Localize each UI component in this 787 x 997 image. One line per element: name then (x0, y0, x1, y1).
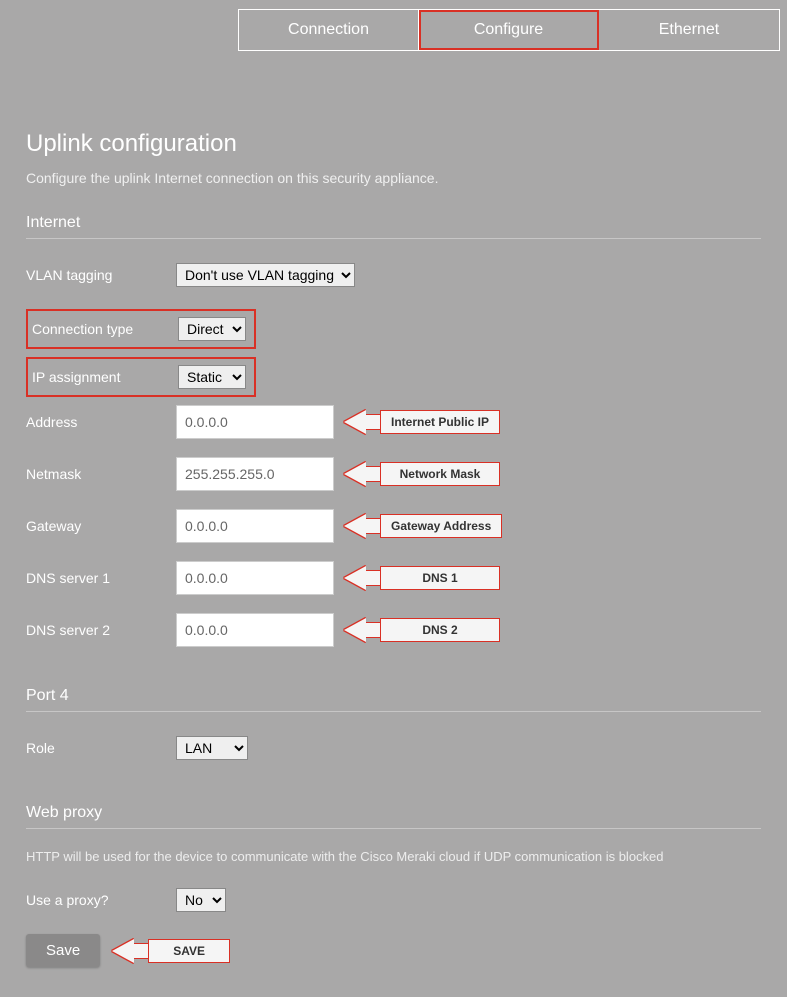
dns1-callout-text: DNS 1 (380, 566, 500, 590)
dns1-input[interactable] (176, 561, 334, 595)
dns2-callout-text: DNS 2 (380, 618, 500, 642)
address-input[interactable] (176, 405, 334, 439)
dns1-callout: DNS 1 (344, 566, 500, 590)
arrow-left-icon (344, 462, 366, 486)
row-connection-type: Connection type Direct (26, 309, 256, 349)
netmask-callout-text: Network Mask (380, 462, 500, 486)
connection-type-select[interactable]: Direct (178, 317, 246, 341)
connection-type-label: Connection type (32, 321, 178, 337)
row-dns1: DNS server 1 DNS 1 (26, 561, 761, 595)
section-webproxy-heading: Web proxy (26, 804, 761, 829)
vlan-select[interactable]: Don't use VLAN tagging (176, 263, 355, 287)
page-subtitle: Configure the uplink Internet connection… (26, 170, 761, 186)
row-address: Address Internet Public IP (26, 405, 761, 439)
dns2-label: DNS server 2 (26, 622, 176, 638)
arrow-left-icon (344, 410, 366, 434)
address-callout: Internet Public IP (344, 410, 500, 434)
content-area: Uplink configuration Configure the uplin… (0, 60, 787, 997)
row-ip-assignment: IP assignment Static (26, 357, 256, 397)
webproxy-desc: HTTP will be used for the device to comm… (26, 849, 761, 864)
dns2-input[interactable] (176, 613, 334, 647)
page-title: Uplink configuration (26, 130, 761, 158)
role-label: Role (26, 740, 176, 756)
tab-configure[interactable]: Configure (419, 10, 599, 50)
gateway-callout-text: Gateway Address (380, 514, 502, 538)
section-port4-heading: Port 4 (26, 687, 761, 712)
tab-ethernet[interactable]: Ethernet (599, 10, 779, 50)
section-internet-heading: Internet (26, 214, 761, 239)
arrow-left-icon (344, 618, 366, 642)
vlan-label: VLAN tagging (26, 267, 176, 283)
netmask-label: Netmask (26, 466, 176, 482)
use-proxy-select[interactable]: No (176, 888, 226, 912)
netmask-input[interactable] (176, 457, 334, 491)
role-select[interactable]: LAN (176, 736, 248, 760)
arrow-left-icon (344, 566, 366, 590)
use-proxy-label: Use a proxy? (26, 892, 176, 908)
tab-connection[interactable]: Connection (239, 10, 419, 50)
netmask-callout: Network Mask (344, 462, 500, 486)
top-tabs-bar: Connection Configure Ethernet (0, 0, 787, 60)
ip-assignment-label: IP assignment (32, 369, 178, 385)
address-label: Address (26, 414, 176, 430)
row-gateway: Gateway Gateway Address (26, 509, 761, 543)
tab-group: Connection Configure Ethernet (238, 9, 780, 51)
row-dns2: DNS server 2 DNS 2 (26, 613, 761, 647)
gateway-input[interactable] (176, 509, 334, 543)
address-callout-text: Internet Public IP (380, 410, 500, 434)
ip-assignment-select[interactable]: Static (178, 365, 246, 389)
arrow-left-icon (344, 514, 366, 538)
dns1-label: DNS server 1 (26, 570, 176, 586)
dns2-callout: DNS 2 (344, 618, 500, 642)
row-vlan: VLAN tagging Don't use VLAN tagging (26, 259, 761, 291)
row-role: Role LAN (26, 732, 761, 764)
row-netmask: Netmask Network Mask (26, 457, 761, 491)
row-use-proxy: Use a proxy? No (26, 884, 761, 916)
gateway-callout: Gateway Address (344, 514, 502, 538)
gateway-label: Gateway (26, 518, 176, 534)
